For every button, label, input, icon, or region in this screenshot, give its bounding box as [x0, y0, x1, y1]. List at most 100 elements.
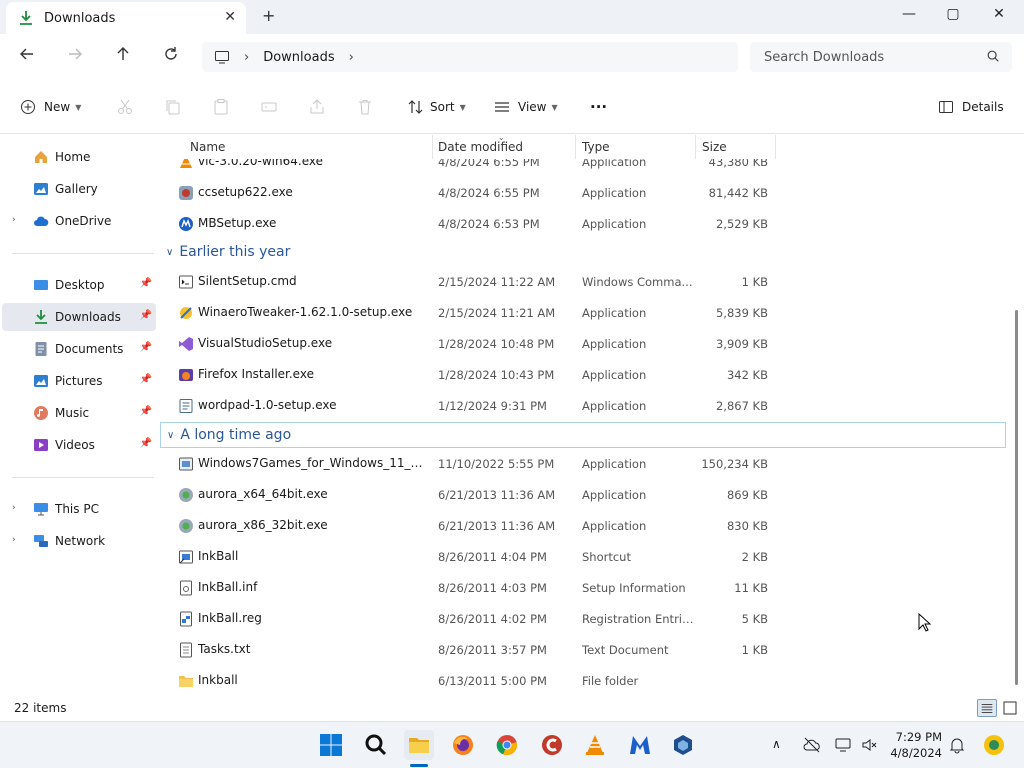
paste-icon[interactable] — [212, 98, 230, 116]
volume-muted-icon[interactable] — [860, 736, 878, 754]
table-row[interactable]: MBSetup.exe 4/8/2024 6:53 PM Application… — [160, 208, 1015, 239]
column-separator[interactable] — [432, 135, 433, 159]
table-row[interactable]: VisualStudioSetup.exe 1/28/2024 10:48 PM… — [160, 328, 1015, 359]
sidebar-item-this-pc[interactable]: › This PC — [2, 495, 156, 523]
rename-icon[interactable] — [260, 98, 278, 116]
file-name: Inkball — [198, 673, 238, 687]
column-date[interactable]: Date modified — [438, 140, 523, 154]
breadcrumb-downloads[interactable]: Downloads — [263, 50, 334, 65]
text-file-icon — [180, 642, 192, 658]
tab-downloads[interactable]: Downloads ✕ — [6, 2, 246, 34]
scrollbar-thumb[interactable] — [1015, 310, 1018, 685]
table-row[interactable]: Tasks.txt 8/26/2011 3:57 PM Text Documen… — [160, 634, 1015, 665]
table-row[interactable]: InkBall.reg 8/26/2011 4:02 PM Registrati… — [160, 603, 1015, 634]
system-clock[interactable]: 7:29 PM 4/8/2024 — [880, 729, 942, 761]
file-type: Application — [582, 519, 647, 533]
chevron-right-icon[interactable]: › — [12, 215, 16, 225]
refresh-button[interactable] — [160, 46, 182, 68]
copilot-icon[interactable] — [982, 733, 1006, 757]
file-name: InkBall.reg — [198, 611, 262, 625]
cut-icon[interactable] — [116, 98, 134, 116]
sidebar-item-label: Gallery — [55, 182, 98, 196]
copy-icon[interactable] — [164, 98, 182, 116]
column-separator[interactable] — [775, 135, 776, 159]
network-monitor-icon[interactable] — [834, 736, 852, 754]
file-name: Tasks.txt — [198, 642, 251, 656]
chevron-right-icon[interactable]: › — [12, 535, 16, 545]
sidebar-item-pictures[interactable]: Pictures 📌 — [2, 367, 156, 395]
vlc-taskbar-button[interactable] — [580, 730, 610, 760]
search-button[interactable] — [361, 730, 391, 760]
malwarebytes-taskbar-button[interactable] — [625, 730, 655, 760]
sidebar-item-documents[interactable]: Documents 📌 — [2, 335, 156, 363]
search-icon — [365, 734, 387, 756]
close-window-button[interactable]: ✕ — [976, 6, 1022, 22]
column-size[interactable]: Size — [702, 140, 727, 154]
sidebar-item-downloads[interactable]: Downloads 📌 — [2, 303, 156, 331]
sort-button[interactable]: Sort ▼ — [408, 96, 466, 118]
table-row[interactable]: Firefox Installer.exe 1/28/2024 10:43 PM… — [160, 359, 1015, 390]
sidebar-item-onedrive[interactable]: › OneDrive — [2, 207, 156, 235]
details-view-icon[interactable] — [977, 699, 997, 717]
forward-button[interactable] — [64, 46, 86, 68]
back-button[interactable] — [16, 46, 38, 68]
monitor-icon — [215, 51, 229, 64]
sidebar-item-network[interactable]: › Network — [2, 527, 156, 555]
ccleaner-taskbar-button[interactable] — [537, 730, 567, 760]
column-name[interactable]: Name — [190, 140, 225, 154]
up-button[interactable] — [112, 46, 134, 68]
firefox-taskbar-button[interactable] — [448, 730, 478, 760]
maximize-button[interactable]: ▢ — [930, 6, 976, 22]
chrome-taskbar-button[interactable] — [492, 730, 522, 760]
virtualbox-taskbar-button[interactable] — [668, 730, 698, 760]
cloud-offline-icon[interactable] — [803, 736, 821, 754]
sidebar-item-home[interactable]: Home — [2, 143, 156, 171]
table-row[interactable]: wordpad-1.0-setup.exe 1/12/2024 9:31 PM … — [160, 390, 1015, 421]
file-type: Application — [582, 399, 647, 413]
group-header-a-long-time-ago[interactable]: ∨ A long time ago — [160, 422, 1006, 448]
aurora-icon — [179, 519, 193, 533]
minimize-button[interactable]: — — [886, 6, 932, 22]
file-size: 869 KB — [726, 488, 768, 502]
table-row[interactable]: InkBall 8/26/2011 4:04 PM Shortcut 2 KB — [160, 541, 1015, 572]
sidebar-item-music[interactable]: Music 📌 — [2, 399, 156, 427]
chevron-down-icon: ∨ — [166, 246, 174, 258]
column-header: Name Date modified ⌄ Type Size — [160, 135, 1015, 159]
file-explorer-taskbar-button[interactable] — [404, 730, 434, 760]
large-icons-view-icon[interactable] — [1000, 699, 1020, 717]
new-tab-button[interactable]: + — [262, 6, 275, 25]
search-input[interactable]: Search Downloads — [750, 42, 1012, 72]
group-header-earlier-this-year[interactable]: ∨ Earlier this year — [160, 239, 1006, 265]
column-type[interactable]: Type — [582, 140, 610, 154]
more-options-button[interactable]: ··· — [590, 96, 607, 118]
address-bar[interactable]: › Downloads › — [202, 42, 738, 72]
file-size: 81,442 KB — [708, 186, 768, 200]
notification-bell-icon[interactable] — [948, 736, 966, 754]
file-name: ccsetup622.exe — [198, 185, 293, 199]
view-button[interactable]: View ▼ — [494, 96, 558, 118]
column-separator[interactable] — [695, 135, 696, 159]
vertical-scrollbar[interactable] — [1014, 135, 1020, 697]
table-row[interactable]: InkBall.inf 8/26/2011 4:03 PM Setup Info… — [160, 572, 1015, 603]
table-row[interactable]: Windows7Games_for_Windows_11_10_8.... 11… — [160, 448, 1015, 479]
sidebar-item-desktop[interactable]: Desktop 📌 — [2, 271, 156, 299]
share-icon[interactable] — [308, 98, 326, 116]
close-tab-icon[interactable]: ✕ — [224, 9, 236, 25]
computer-icon — [34, 503, 48, 516]
new-button[interactable]: New ▼ — [20, 96, 81, 118]
details-button[interactable]: Details — [938, 96, 1004, 118]
table-row[interactable]: aurora_x64_64bit.exe 6/21/2013 11:36 AM … — [160, 479, 1015, 510]
breadcrumb-separator[interactable]: › — [349, 50, 354, 65]
chevron-right-icon[interactable]: › — [12, 503, 16, 513]
chevron-up-icon[interactable]: ∧ — [772, 737, 790, 755]
table-row[interactable]: Inkball 6/13/2011 5:00 PM File folder — [160, 665, 1015, 696]
table-row[interactable]: SilentSetup.cmd 2/15/2024 11:22 AM Windo… — [160, 266, 1015, 297]
table-row[interactable]: aurora_x86_32bit.exe 6/21/2013 11:36 AM … — [160, 510, 1015, 541]
sidebar-item-videos[interactable]: Videos 📌 — [2, 431, 156, 459]
start-button[interactable] — [316, 730, 346, 760]
sidebar-item-gallery[interactable]: Gallery — [2, 175, 156, 203]
table-row[interactable]: ccsetup622.exe 4/8/2024 6:55 PM Applicat… — [160, 177, 1015, 208]
table-row[interactable]: WinaeroTweaker-1.62.1.0-setup.exe 2/15/2… — [160, 297, 1015, 328]
delete-icon[interactable] — [356, 98, 374, 116]
column-separator[interactable] — [575, 135, 576, 159]
